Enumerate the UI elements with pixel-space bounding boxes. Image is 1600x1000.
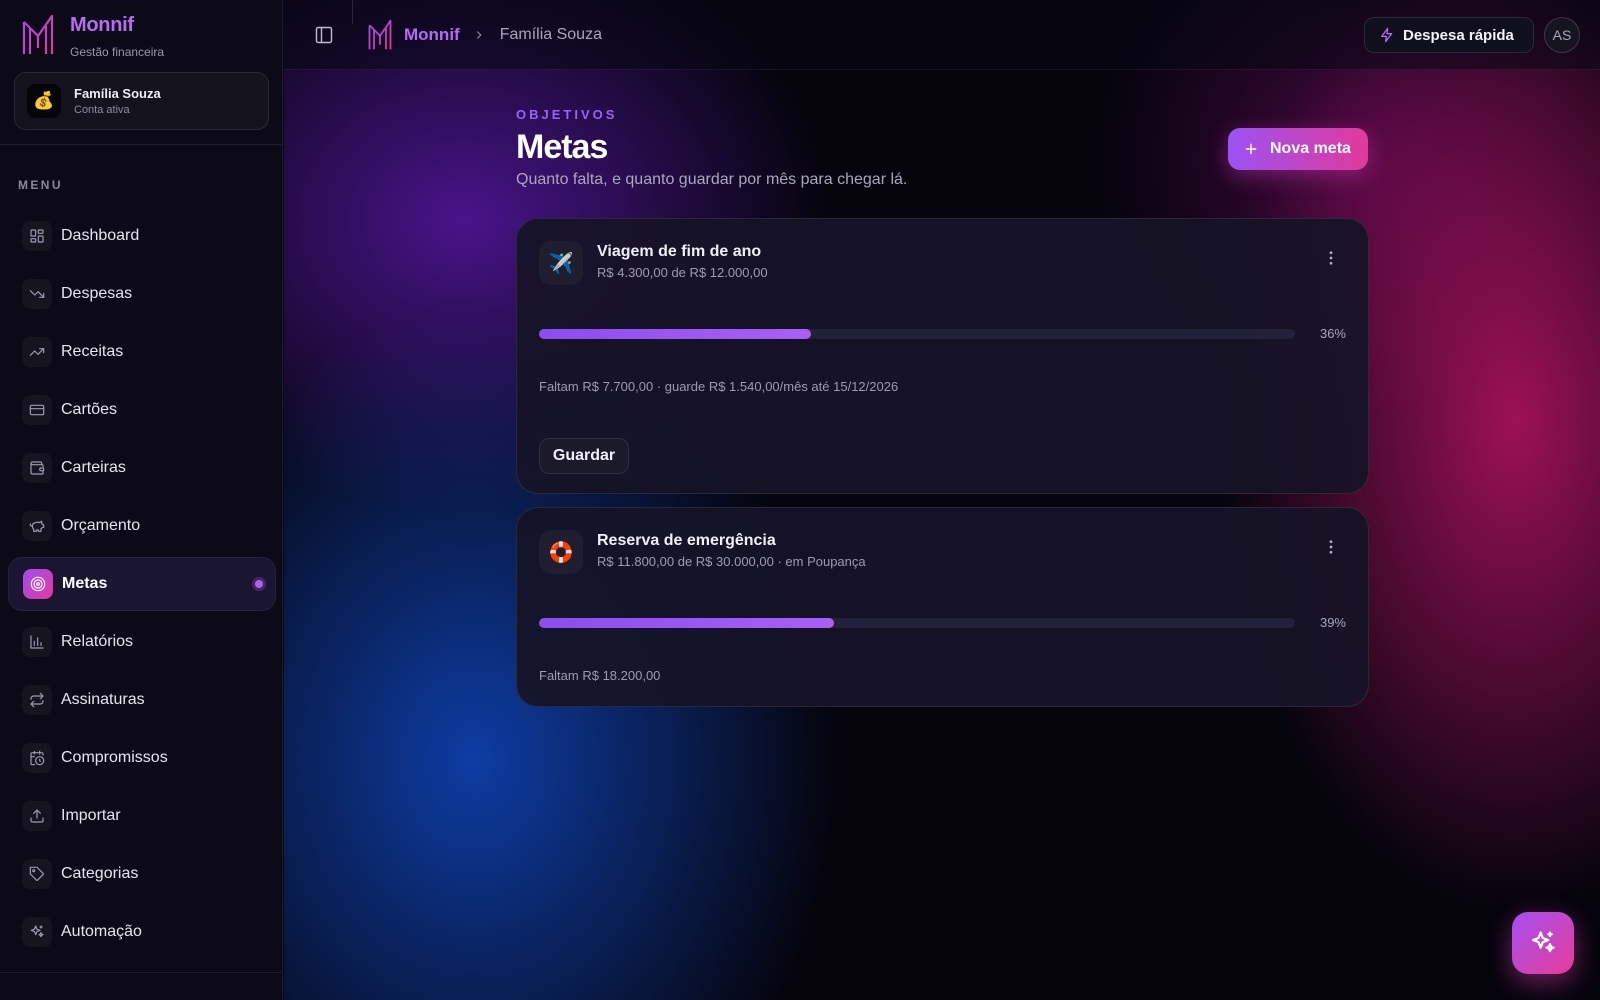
sidebar-item-label: Despesas [61, 285, 133, 302]
sidebar-item-label: Dashboard [61, 227, 140, 244]
sidebar-item-dashboard[interactable]: Dashboard [8, 209, 276, 263]
sidebar-item-automacao[interactable]: Automação [8, 905, 276, 959]
goal-progress-percent: 36% [1319, 326, 1346, 341]
sidebar-item-label: Metas [62, 575, 108, 592]
goal-name: Viagem de fim de ano [597, 243, 762, 260]
sidebar-item-label: Compromissos [61, 749, 168, 766]
sidebar-item-label: Assinaturas [61, 691, 145, 708]
sparkles-icon [1531, 931, 1555, 953]
trending-down-icon [22, 279, 52, 309]
sidebar-item-cartoes[interactable]: Cartões [8, 383, 276, 437]
ai-assistant-button[interactable] [1512, 912, 1574, 974]
wallet-icon [22, 453, 52, 483]
plus-icon [1245, 143, 1257, 155]
piggy-bank-icon [22, 511, 52, 541]
new-goal-button[interactable]: Nova meta [1228, 128, 1368, 170]
topbar: Monnif Família Souza Despesa rápida AS [284, 0, 1600, 70]
account-status: Conta ativa [74, 104, 130, 116]
sidebar-divider [0, 972, 283, 973]
sidebar-item-categorias[interactable]: Categorias [8, 847, 276, 901]
goal-amount: R$ 11.800,00 de R$ 30.000,00 · em Poupan… [597, 554, 866, 569]
goal-progress-bar [539, 329, 1295, 339]
account-switcher[interactable]: 💰 Família Souza Conta ativa [14, 72, 269, 130]
monnif-logo-icon [22, 14, 54, 54]
avatar[interactable]: AS [1544, 17, 1580, 53]
goal-note: Faltam R$ 7.700,00 · guarde R$ 1.540,00/… [539, 379, 899, 394]
page-subtitle: Quanto falta, e quanto guardar por mês p… [516, 171, 908, 188]
sidebar-item-label: Orçamento [61, 517, 141, 534]
save-button[interactable]: Guardar [539, 438, 629, 474]
sidebar-item-despesas[interactable]: Despesas [8, 267, 276, 321]
sidebar-item-label: Receitas [61, 343, 124, 360]
goal-menu-button[interactable] [1322, 538, 1340, 556]
goal-card: 🛟 Reserva de emergência R$ 11.800,00 de … [516, 507, 1369, 707]
sidebar-item-carteiras[interactable]: Carteiras [8, 441, 276, 495]
money-bag-icon: 💰 [27, 84, 61, 118]
toggle-sidebar-button[interactable] [314, 25, 334, 45]
sidebar-item-relatorios[interactable]: Relatórios [8, 615, 276, 669]
credit-card-icon [22, 395, 52, 425]
dashboard-icon [22, 221, 52, 251]
active-indicator [255, 580, 263, 588]
goal-name: Reserva de emergência [597, 532, 776, 549]
sidebar-item-label: Carteiras [61, 459, 126, 476]
sidebar-item-assinaturas[interactable]: Assinaturas [8, 673, 276, 727]
goal-progress-percent: 39% [1319, 615, 1346, 630]
lifebuoy-icon: 🛟 [539, 530, 583, 574]
sidebar-item-label: Automação [61, 923, 142, 940]
goal-progress-fill [539, 329, 812, 339]
lightning-icon [1381, 27, 1393, 43]
sidebar-item-label: Cartões [61, 401, 118, 418]
quick-expense-label: Despesa rápida [1403, 26, 1514, 44]
sidebar-divider [0, 144, 283, 145]
sidebar-nav: Dashboard Despesas Receitas Cartões Cart… [8, 209, 276, 963]
sidebar-item-receitas[interactable]: Receitas [8, 325, 276, 379]
breadcrumb-brand[interactable]: Monnif [404, 25, 460, 45]
brand-tagline: Gestão financeira [70, 45, 165, 59]
repeat-icon [22, 685, 52, 715]
brand[interactable]: Monnif Gestão financeira [22, 14, 164, 59]
trending-up-icon [22, 337, 52, 367]
chevron-right-icon [472, 28, 486, 42]
sidebar-item-metas[interactable]: Metas [8, 557, 276, 611]
menu-label: MENU [18, 178, 63, 192]
account-name: Família Souza [74, 86, 161, 101]
calendar-clock-icon [22, 743, 52, 773]
page-title: Metas [516, 128, 608, 166]
sidebar-toggle-icon [315, 26, 333, 44]
topbar-separator [352, 0, 353, 24]
bar-chart-icon [22, 627, 52, 657]
goal-progress-bar [539, 618, 1295, 628]
new-goal-label: Nova meta [1270, 140, 1351, 157]
sidebar-item-label: Relatórios [61, 633, 134, 650]
upload-icon [22, 801, 52, 831]
breadcrumb-current: Família Souza [499, 26, 602, 43]
target-icon [23, 569, 53, 599]
quick-expense-button[interactable]: Despesa rápida [1364, 17, 1534, 53]
goal-note: Faltam R$ 18.200,00 [539, 668, 661, 683]
breadcrumb: Monnif Família Souza [368, 18, 602, 52]
sparkles-icon [22, 917, 52, 947]
brand-name: Monnif [70, 14, 134, 36]
more-vertical-icon [1329, 540, 1333, 554]
tag-icon [22, 859, 52, 889]
more-vertical-icon [1329, 251, 1333, 265]
sidebar-item-label: Categorias [61, 865, 139, 882]
sidebar-item-label: Importar [61, 807, 121, 824]
goal-amount: R$ 4.300,00 de R$ 12.000,00 [597, 265, 768, 280]
goal-menu-button[interactable] [1322, 249, 1340, 267]
sidebar: Monnif Gestão financeira 💰 Família Souza… [0, 0, 283, 1000]
sidebar-item-compromissos[interactable]: Compromissos [8, 731, 276, 785]
airplane-icon: ✈️ [539, 241, 583, 285]
sidebar-item-orcamento[interactable]: Orçamento [8, 499, 276, 553]
sidebar-item-importar[interactable]: Importar [8, 789, 276, 843]
monnif-logo-icon [368, 19, 392, 50]
goal-progress-fill [539, 618, 834, 628]
main-content: Monnif Família Souza Despesa rápida AS O… [284, 0, 1600, 1000]
goal-card: ✈️ Viagem de fim de ano R$ 4.300,00 de R… [516, 218, 1369, 494]
page-eyebrow: OBJETIVOS [516, 107, 618, 122]
